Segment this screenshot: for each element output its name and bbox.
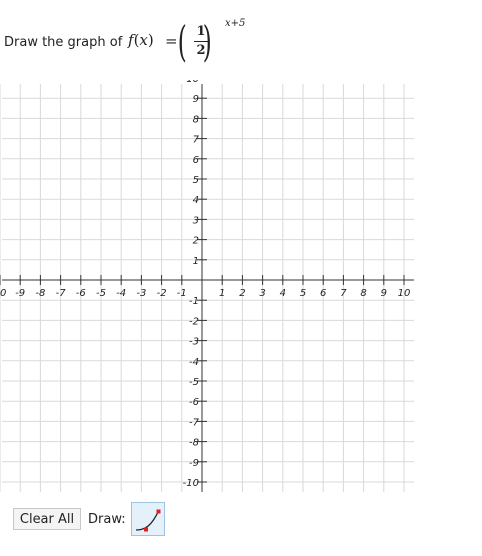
clear-all-button[interactable]: Clear All <box>13 508 81 530</box>
exponent: x+5 <box>225 18 246 29</box>
x-tick-label: -9 <box>15 288 25 299</box>
y-tick-label: 10 <box>186 80 199 85</box>
y-tick-label: -1 <box>189 296 199 307</box>
prompt-text: Draw the graph of <box>4 35 123 50</box>
y-tick-label: -8 <box>189 438 199 449</box>
x-tick-label: -4 <box>116 288 126 299</box>
y-tick-label: 2 <box>193 236 199 247</box>
x-tick-label: -7 <box>56 288 67 299</box>
right-paren: ) <box>202 17 212 66</box>
x-tick-label: 5 <box>300 288 306 299</box>
x-tick-label: 3 <box>259 288 265 299</box>
x-tick-label: 8 <box>360 288 366 299</box>
y-tick-label: -3 <box>189 337 199 348</box>
x-tick-label: 6 <box>320 288 326 299</box>
y-tick-label: -9 <box>189 458 199 469</box>
left-paren: ( <box>177 17 187 66</box>
x-tick-label: -6 <box>76 288 86 299</box>
x-tick-label: 9 <box>381 288 387 299</box>
x-tick-label: 1 <box>219 288 225 299</box>
y-tick-label: 7 <box>193 135 200 146</box>
y-tick-label: -7 <box>189 417 200 428</box>
y-tick-label: 9 <box>193 94 199 105</box>
x-tick-label: 2 <box>239 288 245 299</box>
function-variable: x <box>139 31 148 49</box>
y-tick-label: -10 <box>183 478 199 489</box>
x-tick-label: 7 <box>340 288 347 299</box>
x-tick-label: 4 <box>280 288 286 299</box>
x-tick-label: 10 <box>398 288 411 299</box>
y-tick-label: 5 <box>193 175 199 186</box>
equals-sign: = <box>165 32 178 50</box>
draw-label: Draw: <box>88 512 126 527</box>
y-tick-label: -2 <box>189 316 199 327</box>
function-notation: f(x) <box>128 31 154 49</box>
exponential-curve-icon <box>135 509 161 532</box>
y-tick-label: -5 <box>189 377 199 388</box>
y-tick-label: 4 <box>193 195 199 206</box>
y-tick-label: 8 <box>193 114 199 125</box>
y-tick-label: -6 <box>189 397 199 408</box>
x-tick-label: -5 <box>96 288 106 299</box>
x-tick-label: -3 <box>136 288 146 299</box>
x-tick-label: -8 <box>35 288 45 299</box>
y-tick-label: 6 <box>193 155 199 166</box>
x-tick-label: 10 <box>0 288 6 299</box>
x-tick-label: -1 <box>177 288 187 299</box>
x-tick-label: -2 <box>157 288 167 299</box>
y-tick-label: -4 <box>189 357 199 368</box>
graph-canvas[interactable]: 10 -9 -8 -7 -6 -5 -4 -3 -2 -1 1 2 3 4 5 6 7 8 9 10 10 9 8 7 6 5 4 3… <box>0 80 420 500</box>
y-tick-label: 1 <box>193 256 199 267</box>
exponential-tool-button[interactable] <box>131 502 165 536</box>
y-tick-label: 3 <box>193 215 199 226</box>
